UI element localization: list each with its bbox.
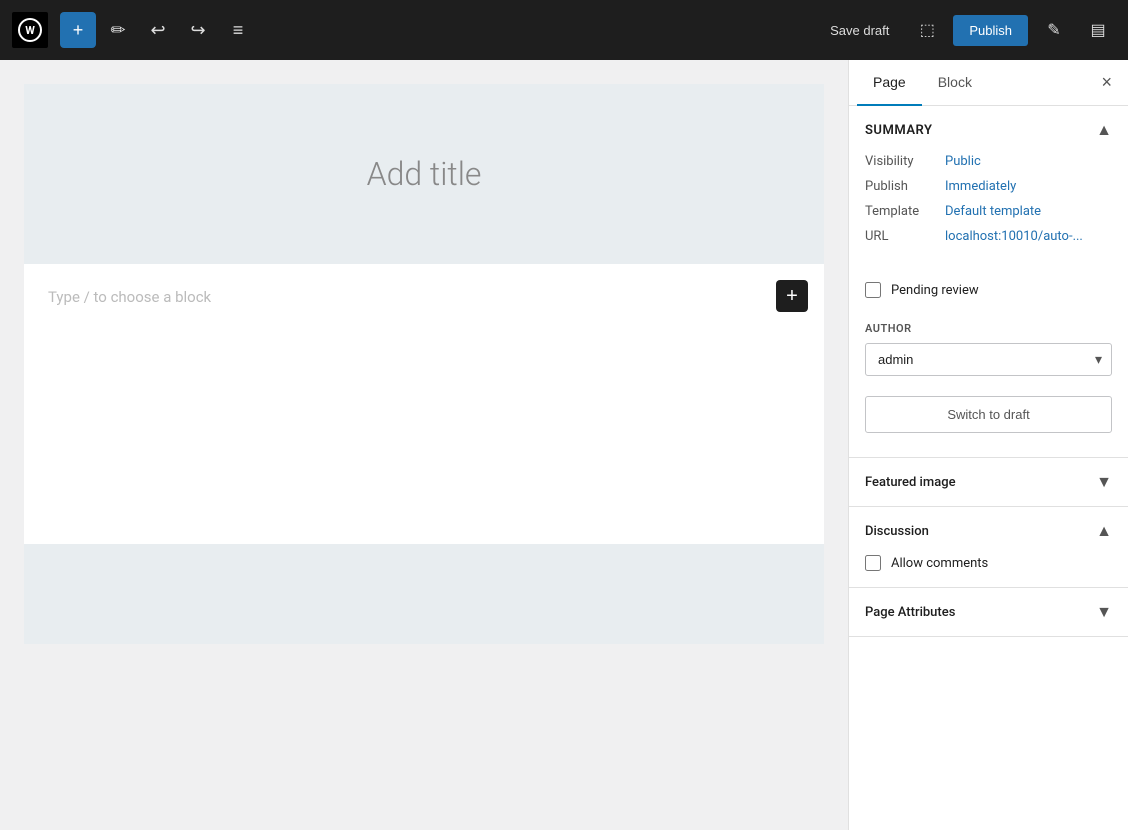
author-select-wrapper: admin ▾	[865, 343, 1112, 376]
wp-logo-icon	[18, 18, 42, 42]
visibility-value[interactable]: Public	[945, 154, 981, 169]
settings-button[interactable]: ▤	[1080, 12, 1116, 48]
add-block-icon: +	[73, 20, 84, 41]
summary-section: Summary ▲ Visibility Public Publish Imme…	[849, 106, 1128, 458]
toolbar-right: Save draft ⬚ Publish ✎ ▤	[818, 12, 1116, 48]
template-label: Template	[865, 204, 945, 219]
allow-comments-checkbox[interactable]	[865, 555, 881, 571]
toolbar: + ✏ ↩ ↪ ≡ Save draft ⬚ Publish ✎ ▤	[0, 0, 1128, 60]
preview-button[interactable]: ⬚	[909, 12, 945, 48]
template-row: Template Default template	[865, 204, 1112, 219]
post-info-button[interactable]: ✎	[1036, 12, 1072, 48]
add-block-button[interactable]: +	[60, 12, 96, 48]
inline-add-block-icon: +	[786, 285, 798, 308]
editor-content: Add title Type / to choose a block +	[24, 84, 824, 644]
featured-image-header[interactable]: Featured image ▼	[849, 458, 1128, 506]
discussion-title: Discussion	[865, 524, 929, 539]
page-attributes-chevron-icon: ▼	[1096, 602, 1112, 622]
discussion-content: Allow comments	[849, 555, 1128, 587]
inline-add-block-button[interactable]: +	[776, 280, 808, 312]
discussion-chevron-icon: ▲	[1096, 521, 1112, 541]
switch-to-draft-button[interactable]: Switch to draft	[865, 396, 1112, 433]
sidebar-tabs: Page Block ×	[849, 60, 1128, 106]
settings-icon: ▤	[1090, 20, 1105, 40]
author-section: AUTHOR admin ▾	[849, 310, 1128, 388]
pending-review-label: Pending review	[891, 283, 979, 298]
switch-draft-wrapper: Switch to draft	[849, 388, 1128, 457]
discussion-section: Discussion ▲ Allow comments	[849, 507, 1128, 588]
visibility-row: Visibility Public	[865, 154, 1112, 169]
author-label: AUTHOR	[865, 322, 1112, 335]
featured-image-chevron-icon: ▼	[1096, 472, 1112, 492]
sidebar: Page Block × Summary ▲ Visibility Public…	[848, 60, 1128, 830]
preview-icon: ⬚	[920, 20, 935, 40]
page-attributes-section: Page Attributes ▼	[849, 588, 1128, 637]
page-attributes-title: Page Attributes	[865, 605, 955, 620]
list-view-icon: ≡	[233, 20, 244, 41]
redo-icon: ↪	[190, 20, 205, 41]
tools-button[interactable]: ✏	[100, 12, 136, 48]
close-sidebar-button[interactable]: ×	[1093, 64, 1120, 101]
editor-area: Add title Type / to choose a block +	[0, 60, 848, 830]
discussion-header[interactable]: Discussion ▲	[849, 507, 1128, 555]
pending-review-row: Pending review	[849, 282, 1128, 298]
publish-value[interactable]: Immediately	[945, 179, 1016, 194]
bottom-area	[24, 544, 824, 644]
summary-title: Summary	[865, 123, 932, 138]
url-value[interactable]: localhost:10010/auto-...	[945, 229, 1083, 244]
block-placeholder: Type / to choose a block	[48, 288, 211, 306]
featured-image-section: Featured image ▼	[849, 458, 1128, 507]
list-view-button[interactable]: ≡	[220, 12, 256, 48]
summary-chevron-icon: ▲	[1096, 120, 1112, 140]
tab-block[interactable]: Block	[922, 60, 988, 106]
block-area[interactable]: Type / to choose a block +	[24, 264, 824, 544]
title-block[interactable]: Add title	[24, 84, 824, 264]
undo-icon: ↩	[150, 20, 165, 41]
allow-comments-label: Allow comments	[891, 556, 988, 571]
publish-label: Publish	[865, 179, 945, 194]
summary-content: Visibility Public Publish Immediately Te…	[849, 154, 1128, 270]
main-layout: Add title Type / to choose a block + Pag…	[0, 60, 1128, 830]
undo-button[interactable]: ↩	[140, 12, 176, 48]
summary-section-header[interactable]: Summary ▲	[849, 106, 1128, 154]
redo-button[interactable]: ↪	[180, 12, 216, 48]
author-select[interactable]: admin	[865, 343, 1112, 376]
page-attributes-header[interactable]: Page Attributes ▼	[849, 588, 1128, 636]
post-info-icon: ✎	[1047, 20, 1060, 40]
title-placeholder: Add title	[367, 155, 482, 193]
save-draft-button[interactable]: Save draft	[818, 17, 901, 44]
pending-review-checkbox[interactable]	[865, 282, 881, 298]
allow-comments-row: Allow comments	[865, 555, 1112, 571]
url-label: URL	[865, 229, 945, 244]
publish-button[interactable]: Publish	[953, 15, 1028, 46]
template-value[interactable]: Default template	[945, 204, 1041, 219]
tools-icon: ✏	[110, 20, 125, 41]
featured-image-title: Featured image	[865, 475, 956, 490]
publish-row: Publish Immediately	[865, 179, 1112, 194]
tab-page[interactable]: Page	[857, 60, 922, 106]
wp-logo[interactable]	[12, 12, 48, 48]
visibility-label: Visibility	[865, 154, 945, 169]
url-row: URL localhost:10010/auto-...	[865, 229, 1112, 244]
